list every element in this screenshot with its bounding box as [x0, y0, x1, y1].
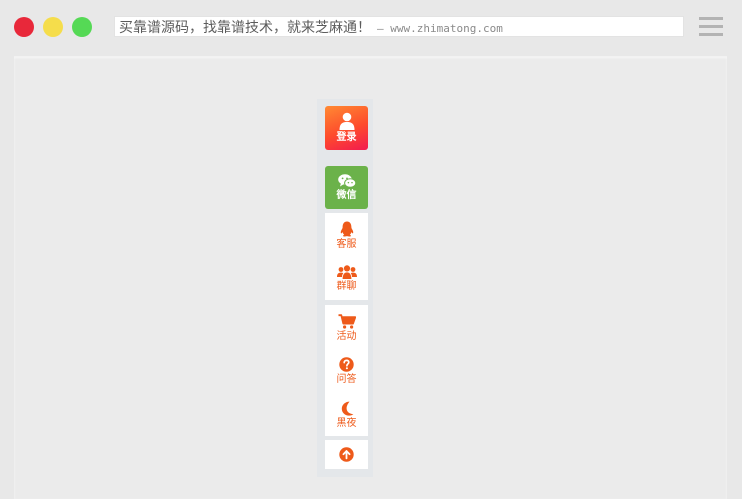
hamburger-menu-icon[interactable] [699, 17, 723, 36]
wechat-button[interactable]: 微信 [325, 166, 368, 209]
back-to-top-card [325, 440, 368, 469]
wechat-label: 微信 [336, 189, 357, 201]
login-button[interactable]: 登录 [325, 106, 368, 150]
wechat-icon [337, 173, 356, 188]
close-window-button[interactable] [14, 17, 34, 37]
window-titlebar: 买靠谱源码，找靠谱技术，就来芝麻通！ – www.zhimatong.com [0, 0, 742, 54]
address-bar[interactable]: 买靠谱源码，找靠谱技术，就来芝麻通！ – www.zhimatong.com [114, 16, 684, 37]
night-mode-label: 黑夜 [336, 417, 357, 429]
contact-card: 客服 群聊 [325, 213, 368, 300]
qq-penguin-icon [340, 221, 354, 237]
users-icon [336, 265, 357, 279]
group-chat-label: 群聊 [336, 281, 357, 292]
service-label: 客服 [336, 239, 357, 250]
group-chat-button[interactable]: 群聊 [325, 261, 368, 297]
login-label: 登录 [336, 132, 357, 143]
floating-toolbar: 登录 微信 客服 群聊 活动 问答 黑夜 [317, 99, 373, 477]
moon-icon [340, 401, 354, 416]
address-domain-text: – www.zhimatong.com [377, 22, 503, 35]
cart-icon [338, 313, 356, 329]
question-circle-icon [339, 356, 354, 372]
maximize-window-button[interactable] [72, 17, 92, 37]
activity-label: 活动 [336, 330, 357, 342]
user-icon [339, 112, 355, 130]
night-mode-button[interactable]: 黑夜 [325, 397, 368, 433]
address-main-text: 买靠谱源码，找靠谱技术，就来芝麻通！ [119, 20, 371, 36]
qa-label: 问答 [336, 373, 357, 385]
activity-button[interactable]: 活动 [325, 310, 368, 346]
feature-card: 活动 问答 黑夜 [325, 305, 368, 436]
service-button[interactable]: 客服 [325, 218, 368, 254]
qa-button[interactable]: 问答 [325, 353, 368, 389]
minimize-window-button[interactable] [43, 17, 63, 37]
arrow-up-circle-icon [339, 447, 354, 462]
back-to-top-button[interactable] [325, 440, 368, 469]
